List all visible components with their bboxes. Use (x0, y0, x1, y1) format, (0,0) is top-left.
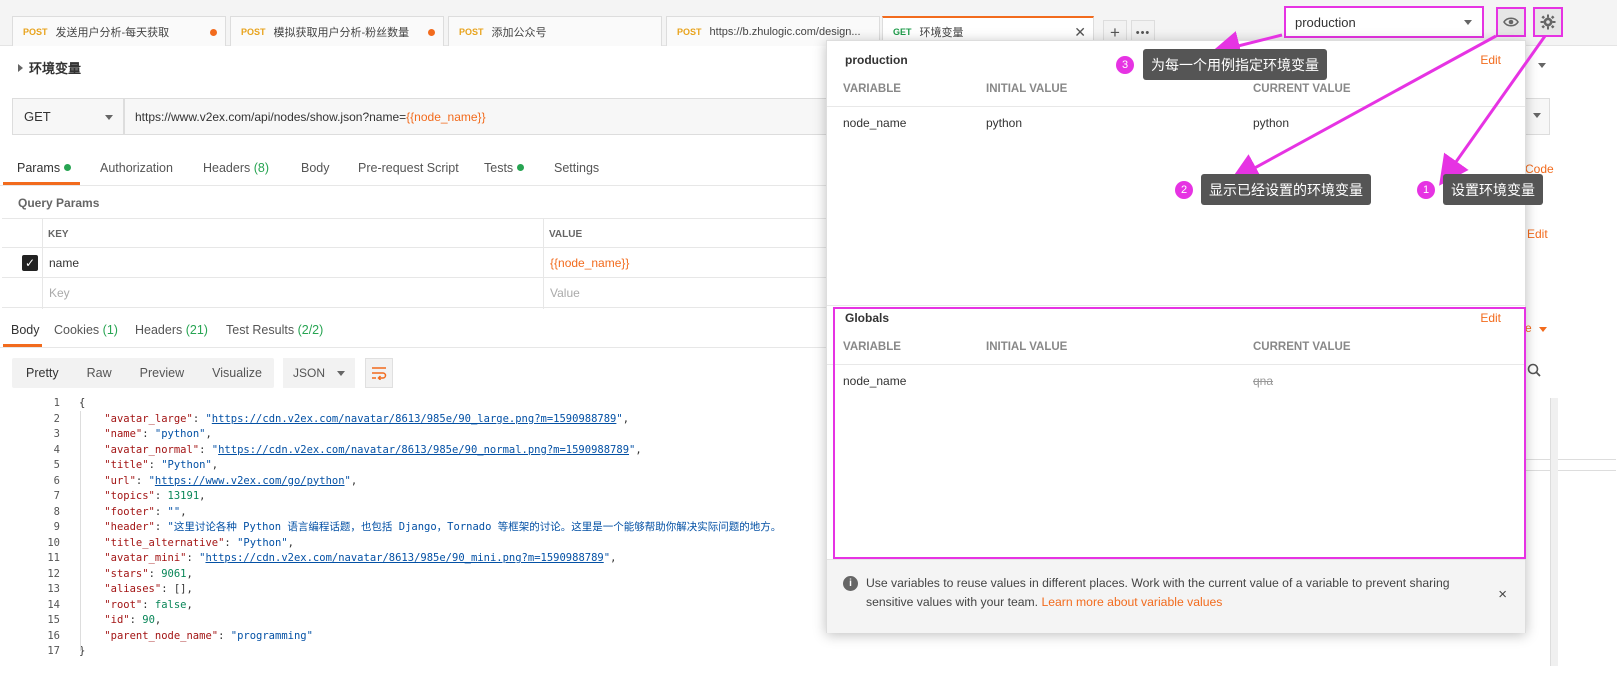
annotation-callout-3: 为每一个用例指定环境变量 (1143, 49, 1327, 80)
arrow-1 (1439, 35, 1547, 186)
annotation-callout-2: 显示已经设置的环境变量 (1201, 174, 1371, 205)
arrow-3 (1210, 31, 1283, 61)
annotation-arrows (1210, 31, 1547, 186)
annotation-badge-3: 3 (1116, 56, 1134, 74)
annotation-badge-2: 2 (1175, 181, 1193, 199)
annotation-callout-1: 设置环境变量 (1443, 174, 1543, 205)
annotation-badge-1: 1 (1417, 181, 1435, 199)
